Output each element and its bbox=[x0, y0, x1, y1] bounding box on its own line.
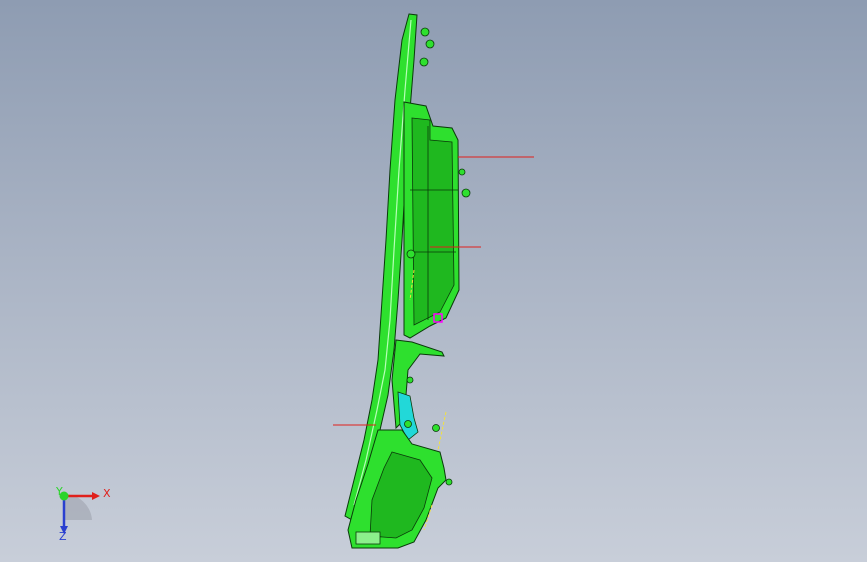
x-axis-label: X bbox=[103, 487, 111, 500]
clip-low-3 bbox=[445, 478, 453, 486]
graphics-viewport[interactable]: X Y Z bbox=[0, 0, 867, 562]
clip-top-2 bbox=[425, 39, 435, 49]
clip-top-1 bbox=[420, 27, 430, 37]
y-axis-label: Y bbox=[56, 485, 63, 498]
guide-line-1 bbox=[437, 411, 447, 451]
triad-shadow bbox=[64, 493, 92, 520]
clip-top-3 bbox=[419, 57, 429, 67]
clip-low-4 bbox=[406, 376, 414, 384]
cad-model-view[interactable] bbox=[0, 0, 867, 562]
clip-mid-3 bbox=[458, 168, 466, 176]
x-axis-arrow bbox=[92, 492, 100, 500]
z-axis-label: Z bbox=[59, 530, 67, 543]
clip-mid-1 bbox=[461, 188, 471, 198]
upper-housing-inner bbox=[411, 117, 455, 326]
clip-mid-2 bbox=[406, 249, 416, 259]
clip-low-1 bbox=[404, 420, 412, 428]
clip-low-2 bbox=[432, 424, 440, 432]
base-slot bbox=[355, 531, 381, 545]
